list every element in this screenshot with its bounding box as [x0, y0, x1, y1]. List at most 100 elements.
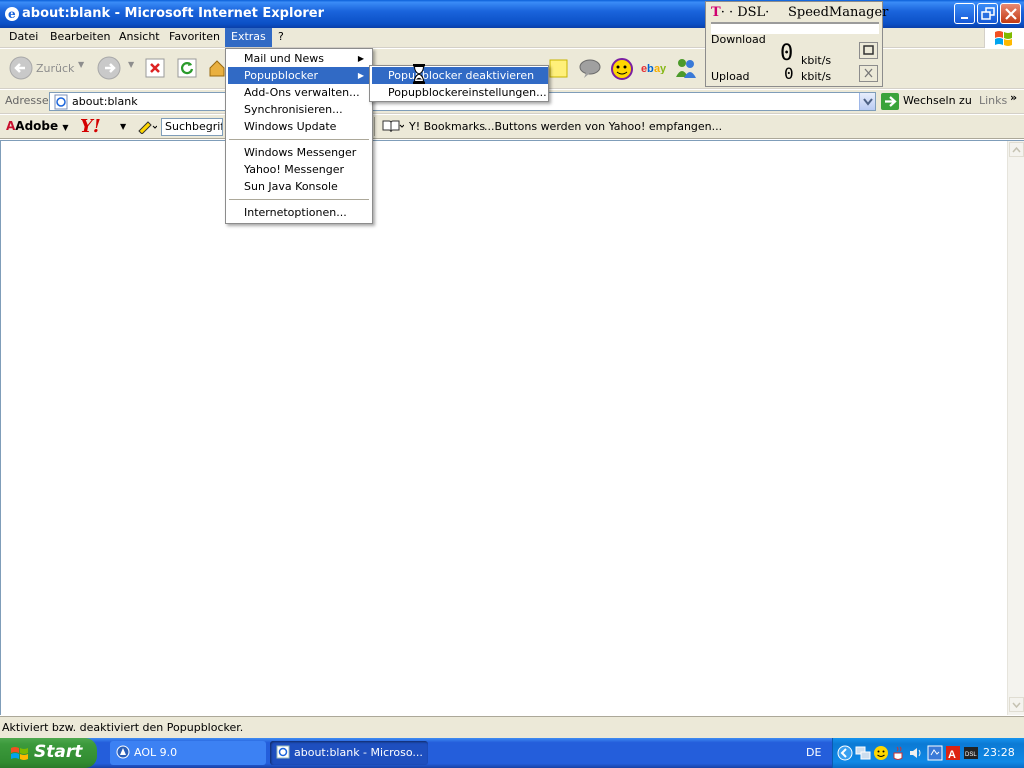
- menu-item-label: Yahoo! Messenger: [244, 163, 345, 176]
- speedmanager-close-button[interactable]: [859, 65, 878, 82]
- menu-extras[interactable]: Extras: [225, 28, 272, 47]
- extras-menu: Mail und News ▶ Popupblocker ▶ Add-Ons ver…: [225, 48, 373, 224]
- taskbar-item-label: AOL 9.0: [134, 746, 178, 759]
- taskbar-item-aol[interactable]: AOL 9.0: [110, 741, 266, 765]
- address-dropdown-button[interactable]: [859, 93, 875, 110]
- taskbar-item-ie[interactable]: about:blank - Microso...: [270, 741, 428, 765]
- ie-page-icon: [276, 745, 290, 767]
- close-button[interactable]: [1000, 3, 1021, 24]
- page-content[interactable]: [0, 140, 1024, 715]
- menu-item-disable-popupblocker[interactable]: Popupblocker deaktivieren: [372, 67, 548, 84]
- yahoo-dropdown-arrow-icon[interactable]: ▼: [120, 122, 126, 131]
- start-button[interactable]: Start: [0, 738, 97, 768]
- forward-dropdown-arrow-icon[interactable]: ▼: [128, 60, 134, 69]
- tdsl-t-logo: T: [711, 5, 721, 20]
- aol-icon: [116, 745, 130, 767]
- menu-item-label: Popupblocker: [244, 69, 318, 82]
- menu-datei[interactable]: Datei: [3, 28, 44, 47]
- notes-icon[interactable]: [549, 59, 569, 82]
- yahoo-toolbar-status: ...Buttons werden von Yahoo! empfangen..…: [484, 120, 723, 133]
- forward-button[interactable]: [96, 55, 122, 84]
- menu-separator: [229, 199, 369, 200]
- clock[interactable]: 23:28: [983, 746, 1015, 759]
- taskbar: Start AOL 9.0 about:blank - Microso... D…: [0, 738, 1024, 768]
- menu-item-yahoo-messenger[interactable]: Yahoo! Messenger: [228, 161, 370, 178]
- address-label: Adresse: [5, 94, 49, 107]
- yahoo-search-input[interactable]: Suchbegriff: [161, 118, 223, 136]
- menu-item-label: Add-Ons verwalten...: [244, 86, 360, 99]
- minimize-button[interactable]: [954, 3, 975, 24]
- menu-item-mail-news[interactable]: Mail und News ▶: [228, 50, 370, 67]
- language-indicator[interactable]: DE: [806, 746, 821, 759]
- go-label: Wechseln zu: [903, 94, 972, 107]
- menu-item-windows-update[interactable]: Windows Update: [228, 118, 370, 135]
- bookmarks-book-icon[interactable]: [382, 119, 405, 136]
- home-button[interactable]: [208, 58, 226, 81]
- svg-text:DSL: DSL: [965, 752, 977, 758]
- dsl-tray-icon[interactable]: DSL: [963, 745, 979, 764]
- download-unit: kbit/s: [801, 54, 832, 67]
- links-label[interactable]: Links: [979, 94, 1007, 107]
- menu-item-label: Popupblockereinstellungen...: [388, 86, 547, 99]
- speed-manager-widget[interactable]: T· · DSL· SpeedManager Download 0 kbit/s…: [705, 1, 888, 87]
- network-icon[interactable]: [855, 745, 871, 764]
- yahoo-bookmarks-button[interactable]: Y! Bookmarks: [409, 120, 485, 133]
- menu-item-windows-messenger[interactable]: Windows Messenger: [228, 144, 370, 161]
- menu-bearbeiten[interactable]: Bearbeiten: [44, 28, 116, 47]
- ebay-icon[interactable]: ebay: [641, 62, 667, 77]
- speedmanager-title: SpeedManager: [788, 5, 889, 20]
- menu-ansicht[interactable]: Ansicht: [113, 28, 166, 47]
- back-button[interactable]: [8, 55, 34, 84]
- svg-text:y: y: [660, 63, 667, 74]
- yahoo-messenger-icon[interactable]: [610, 57, 634, 84]
- links-chevron-icon[interactable]: »: [1010, 91, 1017, 104]
- menu-item-addons[interactable]: Add-Ons verwalten...: [228, 84, 370, 101]
- messenger-people-icon[interactable]: [674, 57, 698, 82]
- status-bar: Aktiviert bzw. deaktiviert den Popupbloc…: [0, 716, 1024, 738]
- back-dropdown-arrow-icon[interactable]: ▼: [78, 60, 84, 69]
- adobe-label: Adobe: [15, 119, 59, 133]
- menu-item-label: Mail und News: [244, 52, 324, 65]
- menu-item-java-console[interactable]: Sun Java Konsole: [228, 178, 370, 195]
- java-icon[interactable]: [890, 745, 906, 764]
- scroll-down-arrow-icon[interactable]: [1009, 697, 1024, 712]
- adobe-tray-icon[interactable]: A: [945, 745, 961, 764]
- stop-button[interactable]: [145, 58, 165, 81]
- menu-item-sync[interactable]: Synchronisieren...: [228, 101, 370, 118]
- menu-separator: [229, 139, 369, 140]
- download-label: Download: [711, 33, 766, 46]
- pencil-icon[interactable]: [137, 118, 158, 137]
- menu-item-label: Internetoptionen...: [244, 206, 347, 219]
- menu-help[interactable]: ?: [272, 28, 290, 47]
- menu-favoriten[interactable]: Favoriten: [163, 28, 226, 47]
- upload-label: Upload: [711, 70, 750, 83]
- speedmanager-brand: T· · DSL·: [711, 5, 769, 20]
- adobe-logo-icon: A: [6, 119, 16, 133]
- vertical-scrollbar[interactable]: [1007, 141, 1024, 715]
- addon-toolbar: AAdobe ▼ Y! ▼ Suchbegriff Y! Bookmarks .…: [0, 115, 1024, 139]
- menu-item-popupblocker-settings[interactable]: Popupblockereinstellungen...: [372, 84, 548, 101]
- menu-item-label: Popupblocker deaktivieren: [388, 69, 535, 82]
- hourglass-cursor-icon: [413, 64, 425, 87]
- menu-item-popupblocker[interactable]: Popupblocker ▶: [228, 67, 370, 84]
- menu-item-label: Windows Update: [244, 120, 337, 133]
- discuss-icon[interactable]: [578, 58, 602, 83]
- speaker-icon[interactable]: [908, 745, 924, 764]
- menu-item-label: Windows Messenger: [244, 146, 357, 159]
- svg-text:b: b: [647, 63, 654, 74]
- upload-value: 0: [784, 64, 794, 83]
- yahoo-logo[interactable]: Y!: [80, 116, 101, 137]
- scroll-up-arrow-icon[interactable]: [1009, 142, 1024, 157]
- svg-text:e: e: [8, 7, 16, 21]
- refresh-button[interactable]: [177, 58, 197, 81]
- tray-app-icon[interactable]: [927, 745, 943, 764]
- adobe-dropdown-arrow-icon: ▼: [62, 123, 69, 132]
- submenu-arrow-icon: ▶: [357, 54, 364, 63]
- smiley-icon[interactable]: [873, 745, 889, 764]
- go-button[interactable]: Wechseln zu: [880, 92, 972, 111]
- adobe-button[interactable]: AAdobe ▼: [6, 119, 69, 133]
- speedmanager-restore-button[interactable]: [859, 42, 878, 59]
- maximize-button[interactable]: [977, 3, 998, 24]
- tray-collapse-chevron-icon[interactable]: [837, 745, 853, 764]
- menu-item-internet-options[interactable]: Internetoptionen...: [228, 204, 370, 221]
